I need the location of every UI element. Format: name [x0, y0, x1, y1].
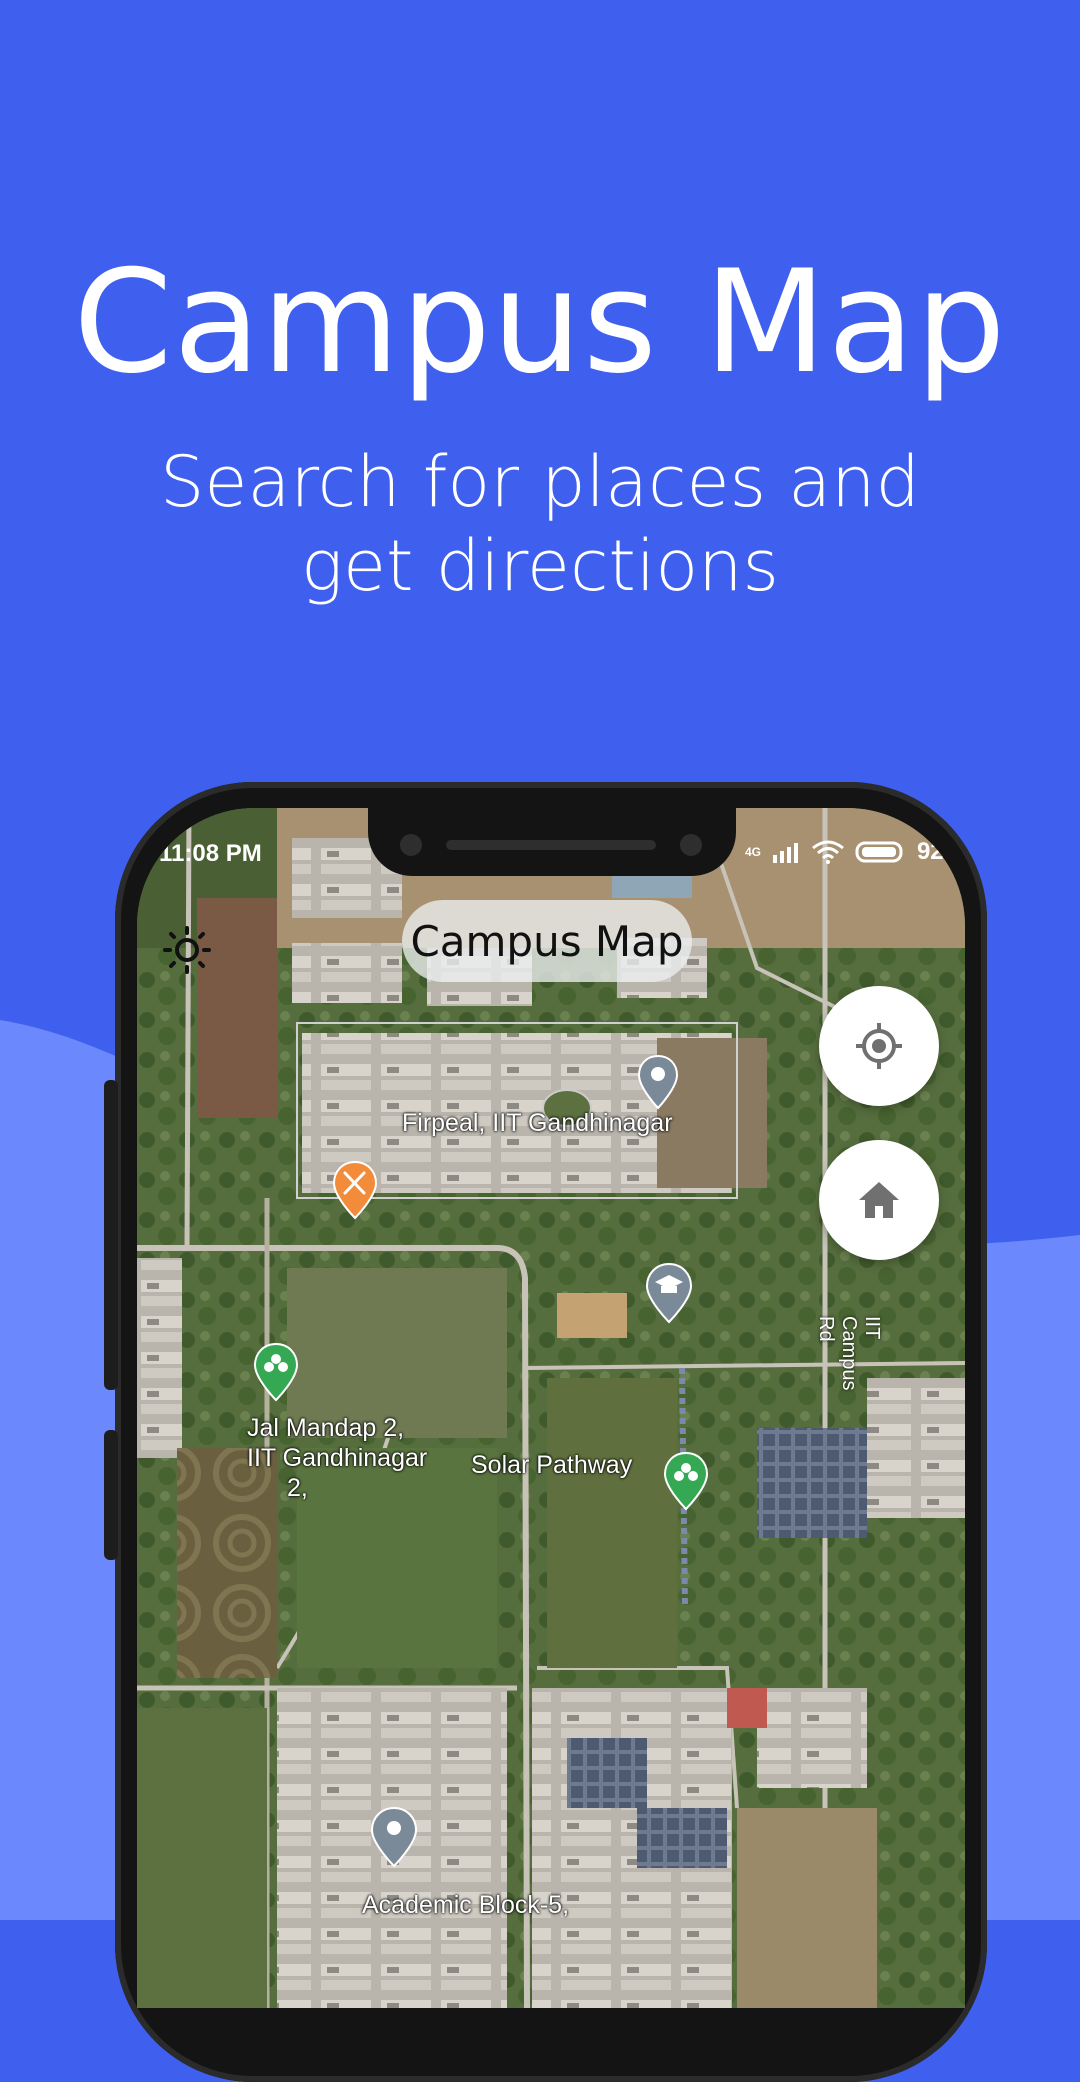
battery-icon	[855, 841, 903, 863]
restaurant-pin-icon[interactable]	[332, 1160, 378, 1220]
status-time: 11:08 PM	[159, 840, 262, 867]
park-pin-icon[interactable]	[663, 1451, 709, 1511]
my-location-button[interactable]	[819, 986, 939, 1106]
hero-title: Campus Map	[73, 240, 1007, 405]
hero-subtitle-line1: Search for places and	[160, 441, 920, 523]
map-label-road: IIT Campus Rd	[815, 1316, 883, 1391]
phone-screen: 11:08 PM 4G 92% Campus Map Firpeal, IIT …	[137, 808, 965, 2008]
map-label-solar-pathway[interactable]: Solar Pathway	[471, 1450, 632, 1480]
network-type: 4G	[744, 845, 761, 859]
phone-notch	[368, 808, 736, 876]
home-button[interactable]	[819, 1140, 939, 1260]
map-label-line: Jal Mandap 2,	[247, 1414, 405, 1442]
signal-icon	[772, 843, 798, 863]
place-pin-icon[interactable]	[370, 1806, 418, 1868]
app-title: Campus Map	[402, 900, 692, 982]
home-icon	[859, 1182, 899, 1218]
sun-icon	[163, 926, 211, 974]
wifi-icon	[812, 840, 844, 864]
hero-subtitle-line2: get directions	[300, 525, 779, 607]
map-label-line: 2,	[287, 1474, 308, 1502]
theme-toggle-button[interactable]	[163, 926, 211, 974]
map-label-firpeal[interactable]: Firpeal, IIT Gandhinagar	[402, 1108, 673, 1138]
place-pin-icon[interactable]	[637, 1054, 679, 1110]
notch-sensor	[680, 834, 702, 856]
my-location-icon	[856, 1023, 902, 1069]
school-pin-icon[interactable]	[645, 1262, 693, 1324]
phone-side-button	[104, 1080, 118, 1390]
phone-side-button	[104, 1430, 118, 1560]
notch-speaker	[446, 840, 656, 850]
map-label-jal-mandap[interactable]: Jal Mandap 2, IIT Gandhinagar 2,	[247, 1413, 427, 1503]
notch-camera	[400, 834, 422, 856]
map-label-line: IIT Gandhinagar	[247, 1444, 428, 1472]
satellite-map[interactable]	[137, 808, 965, 2008]
hero-subtitle: Search for places and get directions	[0, 440, 1080, 608]
status-icons: 4G 92%	[745, 838, 965, 866]
park-pin-icon[interactable]	[253, 1342, 299, 1402]
map-label-academic-block[interactable]: Academic Block-5,	[362, 1890, 569, 1920]
battery-percent: 92%	[916, 838, 965, 865]
